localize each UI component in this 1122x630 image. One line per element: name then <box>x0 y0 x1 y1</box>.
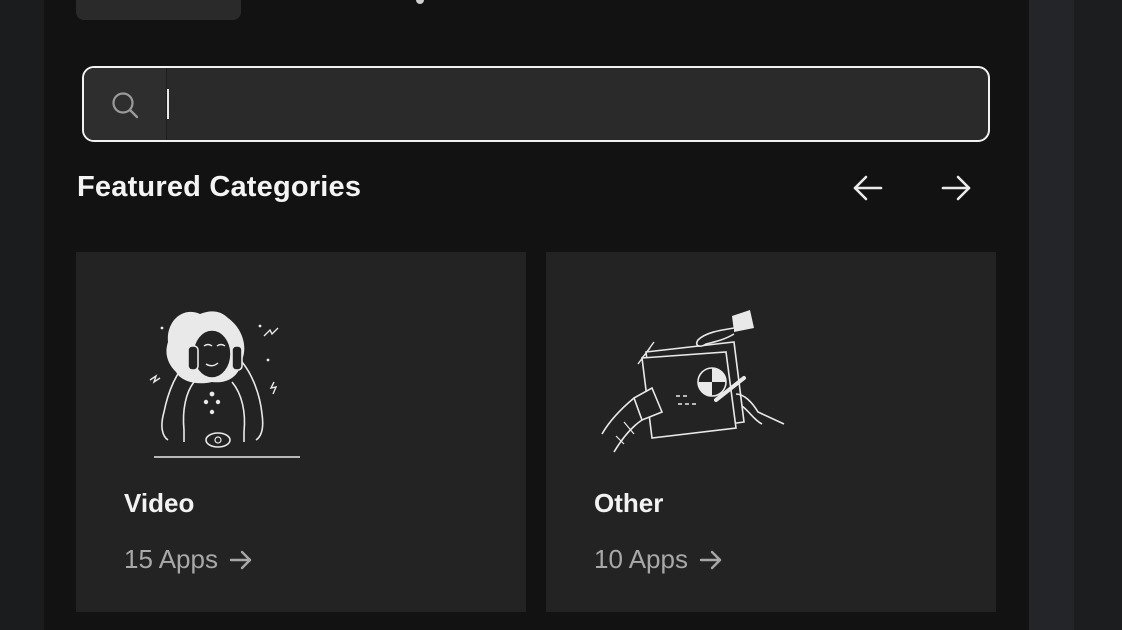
left-gutter <box>0 0 44 630</box>
hands-with-documents-illustration <box>601 310 785 453</box>
tab-inactive[interactable] <box>330 0 470 20</box>
card-title: Other <box>594 488 664 518</box>
category-card-other[interactable]: Other 10 Apps <box>546 252 996 612</box>
woman-on-phone-illustration <box>149 311 300 458</box>
arrow-right-icon <box>229 550 252 569</box>
search-box[interactable] <box>82 66 990 142</box>
card-title: Video <box>124 488 195 518</box>
category-card-video[interactable]: Video 15 Apps <box>76 252 526 612</box>
app-count-label: 15 Apps <box>124 544 218 574</box>
search-icon <box>112 92 139 119</box>
right-edge <box>1074 0 1122 630</box>
search-icon-box <box>84 68 167 140</box>
next-button[interactable] <box>936 168 976 208</box>
text-caret <box>167 89 169 119</box>
arrow-right-icon <box>699 550 722 569</box>
card-app-count[interactable]: 10 Apps <box>594 544 724 575</box>
tab-active[interactable] <box>76 0 241 20</box>
scrollbar-track[interactable] <box>1029 0 1074 630</box>
tab-label-fragment <box>416 0 424 4</box>
arrow-right-icon <box>941 175 971 201</box>
section-title: Featured Categories <box>77 171 362 203</box>
card-app-count[interactable]: 15 Apps <box>124 544 254 575</box>
search-input[interactable] <box>168 68 988 140</box>
arrow-left-icon <box>853 175 883 201</box>
previous-button[interactable] <box>848 168 888 208</box>
app-count-label: 10 Apps <box>594 544 688 574</box>
